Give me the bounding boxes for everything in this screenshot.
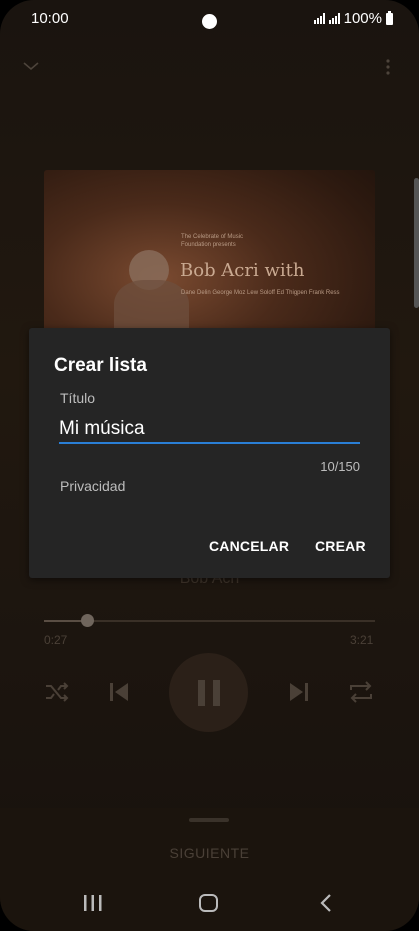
battery-percent: 100%: [343, 10, 382, 27]
title-input[interactable]: [59, 415, 360, 443]
next-label[interactable]: SIGUIENTE: [0, 845, 419, 861]
side-scroll-indicator: [414, 178, 419, 308]
privacy-option[interactable]: Privacidad: [60, 478, 125, 494]
battery-icon: [386, 10, 393, 25]
signal-icon-2: [328, 13, 340, 24]
progress-thumb[interactable]: [80, 614, 94, 627]
progress-track[interactable]: [44, 620, 375, 622]
total-time: 3:21: [350, 633, 374, 647]
repeat-icon[interactable]: [348, 680, 374, 704]
cancel-button[interactable]: CANCELAR: [209, 538, 289, 554]
back-icon[interactable]: [318, 893, 334, 913]
current-time: 0:27: [44, 633, 68, 647]
status-bar: 10:00 100%: [0, 0, 419, 38]
input-underline: [59, 442, 360, 444]
phone-screen: 10:00 100% The Celebrate of Music Founda…: [0, 0, 419, 931]
more-options-icon[interactable]: [384, 58, 392, 76]
status-time: 10:00: [31, 10, 69, 27]
drag-handle[interactable]: [189, 818, 229, 822]
status-right: 100%: [313, 10, 393, 27]
pause-icon: [198, 680, 220, 706]
character-counter: 10/150: [320, 459, 360, 474]
play-pause-button[interactable]: [169, 653, 248, 732]
album-names: Dane Delin George Moz Lew Soloff Ed Thig…: [181, 290, 340, 296]
home-icon[interactable]: [198, 893, 220, 913]
dialog-title: Crear lista: [54, 355, 147, 376]
album-title: Bob Acri with: [180, 260, 305, 281]
front-camera: [202, 14, 217, 29]
shuffle-icon[interactable]: [44, 680, 70, 704]
chevron-down-icon[interactable]: [23, 58, 39, 74]
previous-icon[interactable]: [108, 681, 130, 703]
recent-apps-icon[interactable]: [82, 893, 104, 913]
create-button[interactable]: CREAR: [315, 538, 366, 554]
title-field-label: Título: [60, 390, 96, 406]
create-playlist-dialog: Crear lista Título 10/150 Privacidad CAN…: [29, 328, 390, 578]
next-icon[interactable]: [288, 681, 310, 703]
navigation-bar: [0, 885, 419, 925]
album-small-text: The Celebrate of Music Foundation presen…: [181, 234, 244, 248]
signal-icon: [313, 13, 325, 24]
